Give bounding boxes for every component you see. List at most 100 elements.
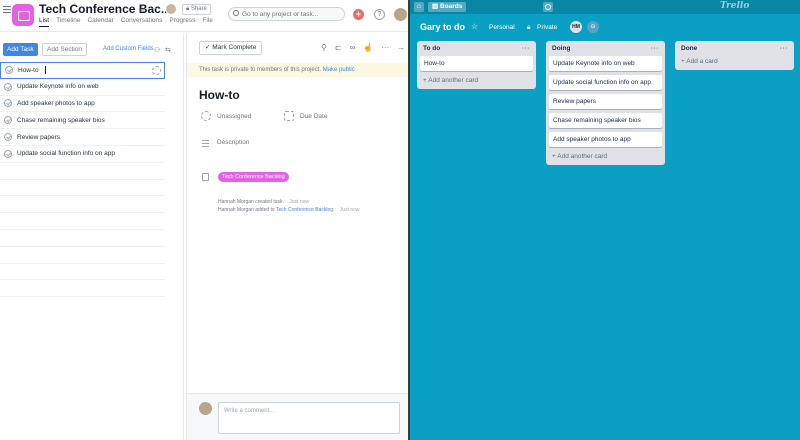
project-tag[interactable]: Tech Conference Backlog	[218, 172, 289, 182]
tab-progress[interactable]: Progress	[169, 17, 195, 27]
checkmark-icon[interactable]	[4, 149, 12, 158]
search-icon[interactable]	[543, 2, 553, 12]
task-name[interactable]: Update social function info on app	[17, 150, 115, 157]
card[interactable]: How-to	[420, 56, 533, 71]
list-header[interactable]: Done ···	[678, 44, 791, 56]
mark-complete-label: Mark Complete	[212, 44, 257, 51]
tab-timeline[interactable]: Timeline	[56, 17, 80, 27]
list-header[interactable]: Doing ···	[549, 44, 662, 56]
visibility-button[interactable]: Private	[537, 24, 557, 31]
list-menu-icon[interactable]: ···	[522, 45, 530, 52]
card[interactable]: Update social function info on app	[549, 75, 662, 90]
list-title[interactable]: Done	[681, 45, 697, 52]
task-name[interactable]: How-to	[18, 67, 39, 74]
list-header[interactable]: To do ···	[420, 44, 533, 56]
checkmark-icon[interactable]	[4, 99, 12, 108]
star-icon[interactable]: ☆	[138, 4, 146, 15]
empty-row[interactable]	[0, 163, 165, 180]
add-section-button[interactable]: Add Section	[42, 43, 88, 56]
quick-add-button[interactable]: +	[353, 9, 364, 20]
person-icon[interactable]: ⚇	[154, 46, 160, 54]
task-list: How-to Update Keynote info on web Add sp…	[0, 62, 165, 298]
task-row[interactable]: Review papers	[0, 129, 165, 146]
avatar[interactable]	[165, 3, 177, 15]
make-public-link[interactable]: Make public	[323, 67, 355, 73]
subtask-icon[interactable]: ⊏	[335, 43, 342, 52]
star-icon[interactable]: ☆	[471, 22, 478, 31]
list-title[interactable]: Doing	[552, 45, 570, 52]
task-name[interactable]: Review papers	[17, 134, 60, 141]
more-icon[interactable]: ···	[151, 3, 160, 13]
boards-button[interactable]: ▥ Boards	[428, 2, 467, 12]
empty-row[interactable]	[0, 247, 165, 264]
add-custom-fields-link[interactable]: Add Custom Fields	[103, 46, 154, 52]
user-avatar[interactable]	[394, 8, 407, 21]
card[interactable]: Update Keynote info on web	[549, 56, 662, 71]
close-pane-icon[interactable]: →	[397, 43, 405, 52]
empty-row[interactable]	[0, 230, 165, 247]
lock-icon: 🔒︎	[527, 24, 531, 31]
checkmark-icon[interactable]	[4, 116, 12, 125]
search-input[interactable]	[242, 9, 342, 20]
tab-file[interactable]: File	[202, 17, 212, 27]
task-name[interactable]: Update Keynote info on web	[17, 83, 99, 90]
task-row[interactable]: How-to	[0, 62, 165, 79]
add-card-button[interactable]: + Add another card	[549, 151, 662, 163]
tab-conversations[interactable]: Conversations	[121, 17, 163, 27]
comment-input[interactable]: Write a comment...	[218, 402, 400, 434]
help-button[interactable]: ?	[374, 9, 385, 20]
add-card-button[interactable]: + Add another card	[420, 75, 533, 87]
project-tabs: List Timeline Calendar Conversations Pro…	[39, 17, 213, 27]
empty-row[interactable]	[0, 180, 165, 197]
filter-icon[interactable]: ⇆	[165, 46, 171, 54]
board-title[interactable]: Gary to do	[420, 22, 465, 32]
task-row[interactable]: Update Keynote info on web	[0, 79, 165, 96]
link-icon[interactable]: ∞	[350, 43, 356, 52]
share-button[interactable]: 🔒︎ Share	[182, 4, 211, 15]
empty-row[interactable]	[0, 280, 165, 298]
task-name[interactable]: Chase remaining speaker bios	[17, 117, 105, 124]
add-task-button[interactable]: Add Task	[3, 43, 38, 56]
member-avatar[interactable]: HM	[570, 21, 582, 33]
tab-calendar[interactable]: Calendar	[87, 17, 113, 27]
card[interactable]: Review papers	[549, 94, 662, 109]
checkmark-icon[interactable]	[5, 66, 13, 75]
description-field[interactable]: Description	[217, 139, 250, 146]
checkmark-icon[interactable]	[4, 82, 12, 91]
task-name[interactable]: Add speaker photos to app	[17, 100, 95, 107]
list-menu-icon[interactable]: ···	[651, 45, 659, 52]
asana-topbar: Tech Conference Bac... ☆ ··· 🔒︎ Share Li…	[0, 0, 408, 32]
trello-app: ⌂ ▥ Boards Trello Gary to do ☆ Personal …	[408, 0, 800, 440]
trello-logo[interactable]: Trello	[720, 1, 749, 11]
add-card-button[interactable]: + Add a card	[678, 56, 791, 68]
assignee-icon[interactable]	[152, 66, 161, 75]
card[interactable]: Chase remaining speaker bios	[549, 113, 662, 128]
card[interactable]: Add speaker photos to app	[549, 132, 662, 147]
list-title[interactable]: To do	[423, 45, 440, 52]
task-title[interactable]: How-to	[199, 88, 240, 102]
empty-row[interactable]	[0, 196, 165, 214]
due-date-field[interactable]: Due Date	[300, 113, 327, 120]
empty-row[interactable]	[0, 213, 165, 230]
task-row[interactable]: Add speaker photos to app	[0, 96, 165, 113]
mark-complete-button[interactable]: ✓ Mark Complete	[199, 41, 263, 55]
list-menu-icon[interactable]: ···	[780, 45, 788, 52]
assignee-icon[interactable]	[201, 111, 211, 121]
attachment-icon[interactable]: ⚲	[321, 43, 327, 52]
home-icon[interactable]: ⌂	[414, 2, 424, 12]
more-icon[interactable]: ···	[381, 43, 389, 52]
invite-icon[interactable]: ⚇	[587, 21, 599, 33]
tab-list[interactable]: List	[39, 17, 49, 27]
task-row[interactable]: Update social function info on app	[0, 146, 165, 163]
assignee-field[interactable]: Unassigned	[217, 113, 251, 120]
checkmark-icon[interactable]	[4, 133, 12, 142]
calendar-icon[interactable]	[284, 111, 294, 121]
like-icon[interactable]: ☝	[363, 43, 373, 52]
task-row[interactable]: Chase remaining speaker bios	[0, 112, 165, 130]
activity-project-link[interactable]: Tech Conference Backlog.	[276, 207, 334, 213]
search-bar[interactable]	[228, 7, 345, 21]
activity-item: Hannah Morgan created task. Just now	[218, 199, 309, 205]
hamburger-menu-icon[interactable]	[3, 6, 11, 15]
empty-row[interactable]	[0, 264, 165, 281]
personal-team-button[interactable]: Personal	[489, 24, 515, 31]
